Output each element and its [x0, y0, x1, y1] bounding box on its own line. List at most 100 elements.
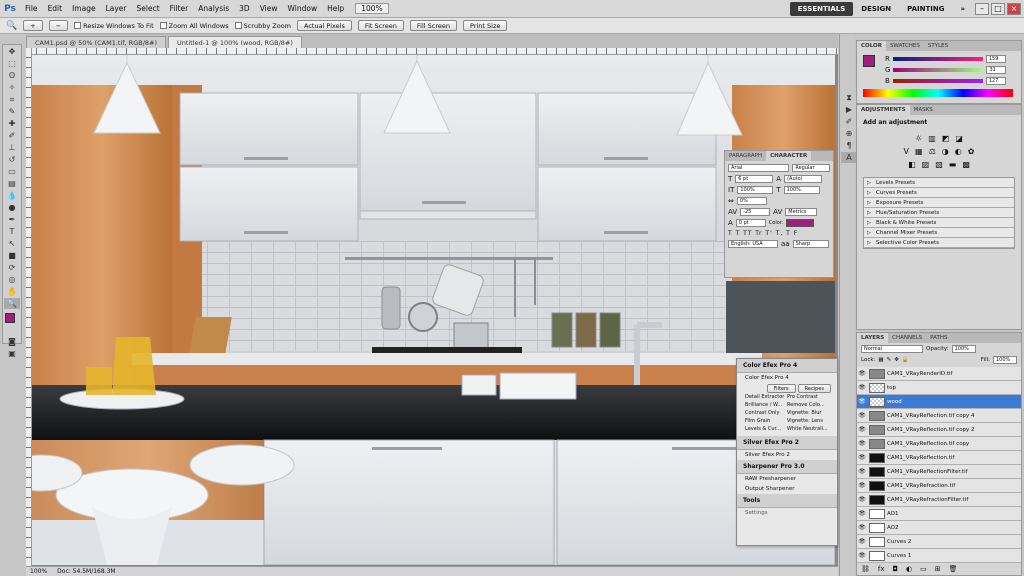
fill-field[interactable]: 100% [993, 356, 1017, 364]
eye-icon[interactable]: 👁 [857, 482, 867, 489]
channel-mixer-presets[interactable]: Channel Mixer Presets [864, 228, 1014, 238]
baseline-field[interactable]: 0 pt [735, 219, 766, 227]
invert-icon[interactable]: ◧ [908, 160, 916, 169]
color-swatches[interactable] [3, 313, 21, 335]
new-group-icon[interactable]: ▭ [920, 565, 927, 573]
tab-styles[interactable]: STYLES [924, 41, 952, 51]
eye-icon[interactable]: 👁 [857, 384, 867, 391]
opacity-field[interactable]: 100% [951, 345, 976, 353]
layer-row[interactable]: 👁 top [857, 381, 1021, 395]
silver-efex-header[interactable]: Silver Efex Pro 2 [737, 436, 837, 450]
hue-saturation-presets[interactable]: Hue/Saturation Presets [864, 208, 1014, 218]
actions-panel-icon[interactable]: ▶ [841, 104, 857, 115]
history-brush-tool-icon[interactable]: ↺ [4, 154, 20, 165]
lock-transparency-icon[interactable]: ▦ [878, 357, 883, 363]
tracking-field[interactable]: 0% [736, 197, 767, 205]
filter-item[interactable]: Vignette: Lens [787, 418, 829, 424]
color-efex-header[interactable]: Color Efex Pro 4 [737, 359, 837, 373]
silver-efex-launch[interactable]: Silver Efex Pro 2 [737, 450, 837, 460]
menu-window[interactable]: Window [283, 4, 323, 13]
magic-wand-tool-icon[interactable]: ✧ [4, 82, 20, 93]
black-white-icon[interactable]: ◑ [942, 147, 949, 156]
settings-link[interactable]: Settings [737, 508, 837, 518]
black-white-presets[interactable]: Black & White Presets [864, 218, 1014, 228]
brightness-icon[interactable]: ☼ [915, 134, 922, 143]
hand-tool-icon[interactable]: ✋ [4, 286, 20, 297]
eye-icon[interactable]: 👁 [857, 468, 867, 475]
menu-view[interactable]: View [255, 4, 283, 13]
sharpener-header[interactable]: Sharpener Pro 3.0 [737, 460, 837, 474]
history-panel-icon[interactable]: ⧗ [841, 92, 857, 103]
photo-filter-icon[interactable]: ◐ [955, 147, 962, 156]
workspace-painting[interactable]: PAINTING [899, 2, 952, 16]
delete-layer-icon[interactable]: 🗑 [949, 565, 958, 573]
eye-icon[interactable]: 👁 [857, 552, 867, 559]
maximize-icon[interactable]: □ [991, 2, 1005, 15]
filter-item[interactable]: Levels & Cur... [745, 426, 787, 432]
menu-layer[interactable]: Layer [101, 4, 132, 13]
lock-pixels-icon[interactable]: ✎ [887, 357, 892, 363]
horizontal-scale-field[interactable]: 100% [783, 186, 820, 194]
hue-saturation-icon[interactable]: ▦ [915, 147, 923, 156]
channel-mixer-icon[interactable]: ✿ [968, 147, 975, 156]
zoom-all-checkbox[interactable]: Zoom All Windows [159, 22, 229, 30]
add-mask-icon[interactable]: ◘ [893, 565, 899, 573]
layer-row[interactable]: 👁 CAM1_VRayReflection.tif [857, 451, 1021, 465]
foreground-color-swatch[interactable] [5, 313, 15, 323]
3d-camera-tool-icon[interactable]: ◎ [4, 274, 20, 285]
layer-row[interactable]: 👁 AO2 [857, 521, 1021, 535]
layer-row[interactable]: 👁 Curves 2 [857, 535, 1021, 549]
curves-presets[interactable]: Curves Presets [864, 188, 1014, 198]
menu-analysis[interactable]: Analysis [193, 4, 234, 13]
layer-row[interactable]: 👁 AO1 [857, 507, 1021, 521]
eye-icon[interactable]: 👁 [857, 454, 867, 461]
vertical-scale-field[interactable]: 100% [737, 186, 774, 194]
eye-icon[interactable]: 👁 [857, 412, 867, 419]
blue-value[interactable]: 127 [985, 77, 1006, 85]
lock-position-icon[interactable]: ✥ [894, 357, 899, 363]
status-doc-size[interactable]: Doc: 54.5M/168.3M [57, 568, 115, 575]
image-canvas[interactable] [32, 55, 835, 565]
move-tool-icon[interactable]: ✥ [4, 46, 20, 57]
minimize-icon[interactable]: – [975, 2, 989, 15]
filter-item[interactable]: Film Grain [745, 418, 787, 424]
clone-source-panel-icon[interactable]: ⊕ [841, 128, 857, 139]
font-style-select[interactable]: Regular [792, 164, 830, 172]
healing-tool-icon[interactable]: ✚ [4, 118, 20, 129]
gradient-map-icon[interactable]: ▬ [949, 160, 957, 169]
text-style-buttons[interactable]: T T TT Tr T' T, T F [728, 230, 830, 237]
new-adjustment-icon[interactable]: ◐ [906, 565, 912, 573]
tab-paragraph[interactable]: PARAGRAPH [725, 151, 766, 161]
workspace-essentials[interactable]: ESSENTIALS [789, 1, 854, 16]
kerning-field[interactable]: -25 [740, 208, 771, 216]
3d-rotate-tool-icon[interactable]: ⟳ [4, 262, 20, 273]
levels-icon[interactable]: ▥ [928, 134, 936, 143]
text-color-swatch[interactable] [786, 219, 815, 227]
vibrance-icon[interactable]: V [904, 147, 909, 156]
tab-swatches[interactable]: SWATCHES [886, 41, 924, 51]
filter-item[interactable]: Detail Extractor [745, 394, 787, 400]
marquee-tool-icon[interactable]: ⬚ [4, 58, 20, 69]
menu-3d[interactable]: 3D [234, 4, 255, 13]
filters-tab[interactable]: Filters [766, 384, 796, 393]
tab-masks[interactable]: MASKS [910, 105, 937, 115]
layer-row[interactable]: 👁 CAM1_VRayRefractionFilter.tif [857, 493, 1021, 507]
tab-channels[interactable]: CHANNELS [888, 333, 926, 343]
green-slider[interactable] [893, 68, 984, 72]
brush-tool-icon[interactable]: ✐ [4, 130, 20, 141]
layer-style-icon[interactable]: fx [878, 565, 885, 573]
red-slider[interactable] [892, 57, 983, 61]
fit-screen-button[interactable]: Fit Screen [357, 20, 404, 31]
output-sharpener[interactable]: Output Sharpener [737, 484, 837, 494]
font-family-select[interactable]: Arial [728, 164, 790, 172]
character-panel-icon[interactable]: A [841, 152, 857, 163]
eye-icon[interactable]: 👁 [857, 398, 867, 405]
levels-presets[interactable]: Levels Presets [864, 178, 1014, 188]
selective-color-presets[interactable]: Selective Color Presets [864, 238, 1014, 248]
green-value[interactable]: 31 [986, 66, 1007, 74]
leading-field[interactable]: (Auto) [784, 175, 823, 183]
posterize-icon[interactable]: ▨ [922, 160, 930, 169]
tab-paths[interactable]: PATHS [926, 333, 951, 343]
brushes-panel-icon[interactable]: ✐ [841, 116, 857, 127]
tools-header[interactable]: Tools [737, 494, 837, 508]
